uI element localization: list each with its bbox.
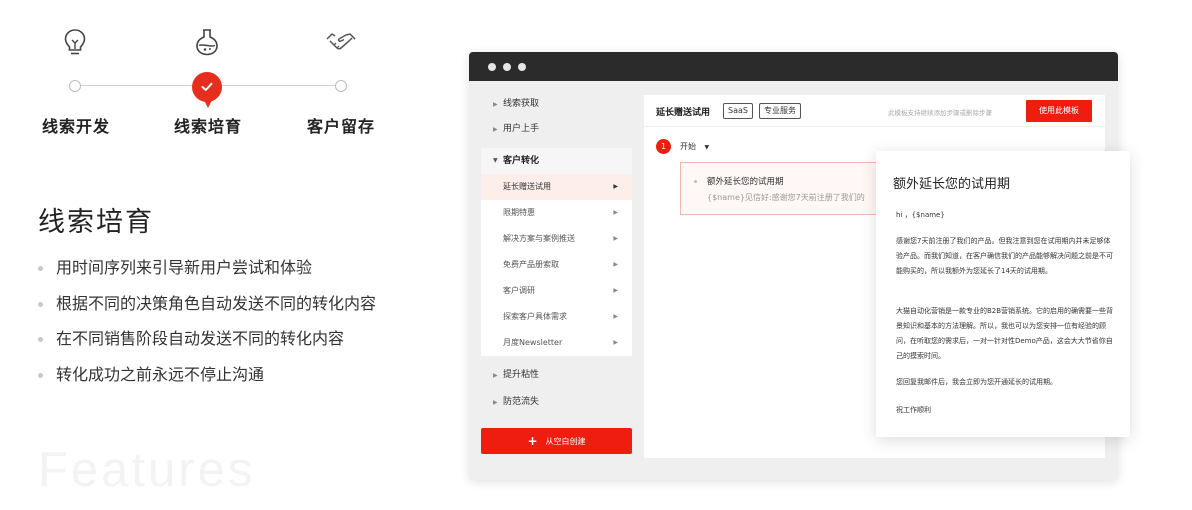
use-template-button[interactable]: 使用此模板 (1026, 100, 1092, 122)
flow-card-preview: {$name}见信好:感谢您7天前注册了我们的 (707, 193, 865, 202)
window-titlebar (469, 52, 1118, 81)
email-closing: 祝工作顺利 (896, 406, 931, 414)
caret-right-icon: ▶ (613, 235, 618, 242)
sidebar-item[interactable]: ▶ 用户上手 (481, 117, 632, 142)
feature-item: 转化成功之前永远不停止沟通 (38, 363, 376, 399)
features-watermark: Features (38, 443, 256, 497)
tag-saas[interactable]: SaaS (723, 103, 753, 119)
section-title: 线索培育 (38, 207, 154, 238)
email-paragraph: 您回复我邮件后，我会立即为您开通延长的试用期。 (896, 378, 1057, 386)
caret-right-icon: ▶ (613, 287, 618, 294)
handshake-icon (326, 33, 356, 50)
feature-item: 根据不同的决策角色自动发送不同的转化内容 (38, 292, 376, 328)
sidebar-item[interactable]: ▶ 防范流失 (481, 389, 632, 416)
sidebar-group-header[interactable]: ▼ 客户转化 (481, 148, 632, 174)
template-title: 延长赠送试用 (656, 108, 711, 118)
plus-icon: + (527, 434, 538, 448)
flow-step-number: 1 (656, 139, 671, 154)
template-hint: 此模板支持继续添加步骤或删除步骤 (888, 109, 992, 117)
flow-start-label: 开始 (680, 142, 696, 151)
tag-professional-services[interactable]: 专业服务 (759, 103, 801, 119)
email-greeting: hi ，{$name} (896, 211, 945, 219)
content-header: 延长赠送试用 SaaS 专业服务 此模板支持继续添加步骤或删除步骤 使用此模板 (644, 95, 1105, 127)
step-label-2[interactable]: 线索培育 (174, 113, 242, 137)
caret-down-icon: ▼ (704, 144, 710, 151)
sidebar-subitem[interactable]: 月度Newsletter ▶ (481, 330, 632, 356)
sidebar-group-conversion: ▼ 客户转化 延长赠送试用 ▶ 限期特惠 ▶ 解决方案与案例推送 ▶ 免费产品册索取 ▶ … (481, 148, 632, 356)
sidebar-group-label: 客户转化 (503, 156, 540, 166)
sidebar-subitem-label: 月度Newsletter (503, 338, 563, 347)
flow-card-title: 额外延长您的试用期 (707, 177, 784, 187)
sidebar-item[interactable]: ▶ 线索获取 (481, 92, 632, 117)
email-preview-title: 额外延长您的试用期 (893, 177, 1011, 192)
caret-down-icon: ▼ (493, 157, 498, 164)
sidebar-subitem-label: 客户调研 (503, 286, 535, 295)
caret-right-icon: ▶ (613, 339, 618, 346)
sidebar-subitem-active[interactable]: 延长赠送试用 ▶ (481, 174, 632, 200)
email-preview-popup: 额外延长您的试用期 hi ，{$name} 感谢您7天前注册了我们的产品。但我注… (876, 151, 1130, 437)
step-label-3[interactable]: 客户留存 (307, 113, 375, 137)
email-paragraph: 感谢您7天前注册了我们的产品。但我注意到您在试用期内并未足够体验产品。而我们知道… (896, 237, 1113, 275)
sidebar-item-label: 防范流失 (503, 397, 540, 407)
sidebar-subitem-label: 探索客户具体需求 (503, 312, 567, 321)
sidebar-subitem[interactable]: 限期特惠 ▶ (481, 200, 632, 226)
sidebar-item-label: 线索获取 (503, 99, 540, 109)
step-active-marker[interactable] (192, 72, 222, 108)
sidebar-subitem[interactable]: 客户调研 ▶ (481, 278, 632, 304)
flow-card-dot (694, 180, 697, 183)
feature-list: 用时间序列来引导新用户尝试和体验 根据不同的决策角色自动发送不同的转化内容 在不… (38, 256, 376, 398)
window-dot (503, 63, 511, 71)
create-blank-label: 从空白创建 (545, 436, 586, 446)
caret-right-icon: ▶ (613, 183, 618, 190)
window-dot (518, 63, 526, 71)
window-dot (488, 63, 496, 71)
feature-item: 在不同销售阶段自动发送不同的转化内容 (38, 327, 376, 363)
template-sidebar: ▶ 线索获取 ▶ 用户上手 ▼ 客户转化 延长赠送试用 ▶ 限期特惠 ▶ 解决方案与案例推… (481, 92, 632, 466)
sidebar-item-label: 用户上手 (503, 124, 540, 134)
check-icon (201, 82, 213, 91)
sidebar-item-label: 提升粘性 (503, 370, 540, 380)
sidebar-subitem[interactable]: 解决方案与案例推送 ▶ (481, 226, 632, 252)
sidebar-subitem-label: 延长赠送试用 (503, 182, 551, 191)
sidebar-subitem-label: 限期特惠 (503, 208, 535, 217)
sidebar-subitem[interactable]: 免费产品册索取 ▶ (481, 252, 632, 278)
sidebar-item[interactable]: ▶ 提升粘性 (481, 362, 632, 389)
caret-right-icon: ▶ (493, 399, 498, 406)
caret-right-icon: ▶ (613, 313, 618, 320)
flask-icon (196, 29, 218, 56)
feature-item: 用时间序列来引导新用户尝试和体验 (38, 256, 376, 292)
create-blank-button[interactable]: + 从空白创建 (481, 428, 632, 454)
sidebar-subitem-label: 解决方案与案例推送 (503, 234, 575, 243)
caret-right-icon: ▶ (613, 261, 618, 268)
step-label-1[interactable]: 线索开发 (42, 113, 110, 137)
step-dot-1[interactable] (69, 80, 81, 92)
caret-right-icon: ▶ (613, 209, 618, 216)
flow-email-card[interactable]: 额外延长您的试用期 {$name}见信好:感谢您7天前注册了我们的 (680, 162, 890, 215)
lightbulb-icon (64, 29, 86, 55)
sidebar-subitem[interactable]: 探索客户具体需求 ▶ (481, 304, 632, 330)
sidebar-subitem-label: 免费产品册索取 (503, 260, 559, 269)
step-dot-3[interactable] (335, 80, 347, 92)
feature-page: 线索开发 线索培育 客户留存 线索培育 用时间序列来引导新用户尝试和体验 根据不… (0, 0, 1192, 510)
caret-right-icon: ▶ (493, 101, 498, 108)
caret-right-icon: ▶ (493, 126, 498, 133)
caret-right-icon: ▶ (493, 372, 498, 379)
email-paragraph: 大猫自动化营销是一款专业的B2B营销系统。它的启用的确需要一些背景知识和基本的方… (896, 307, 1114, 360)
flow-start-dropdown[interactable]: 开始 ▼ (680, 141, 709, 152)
